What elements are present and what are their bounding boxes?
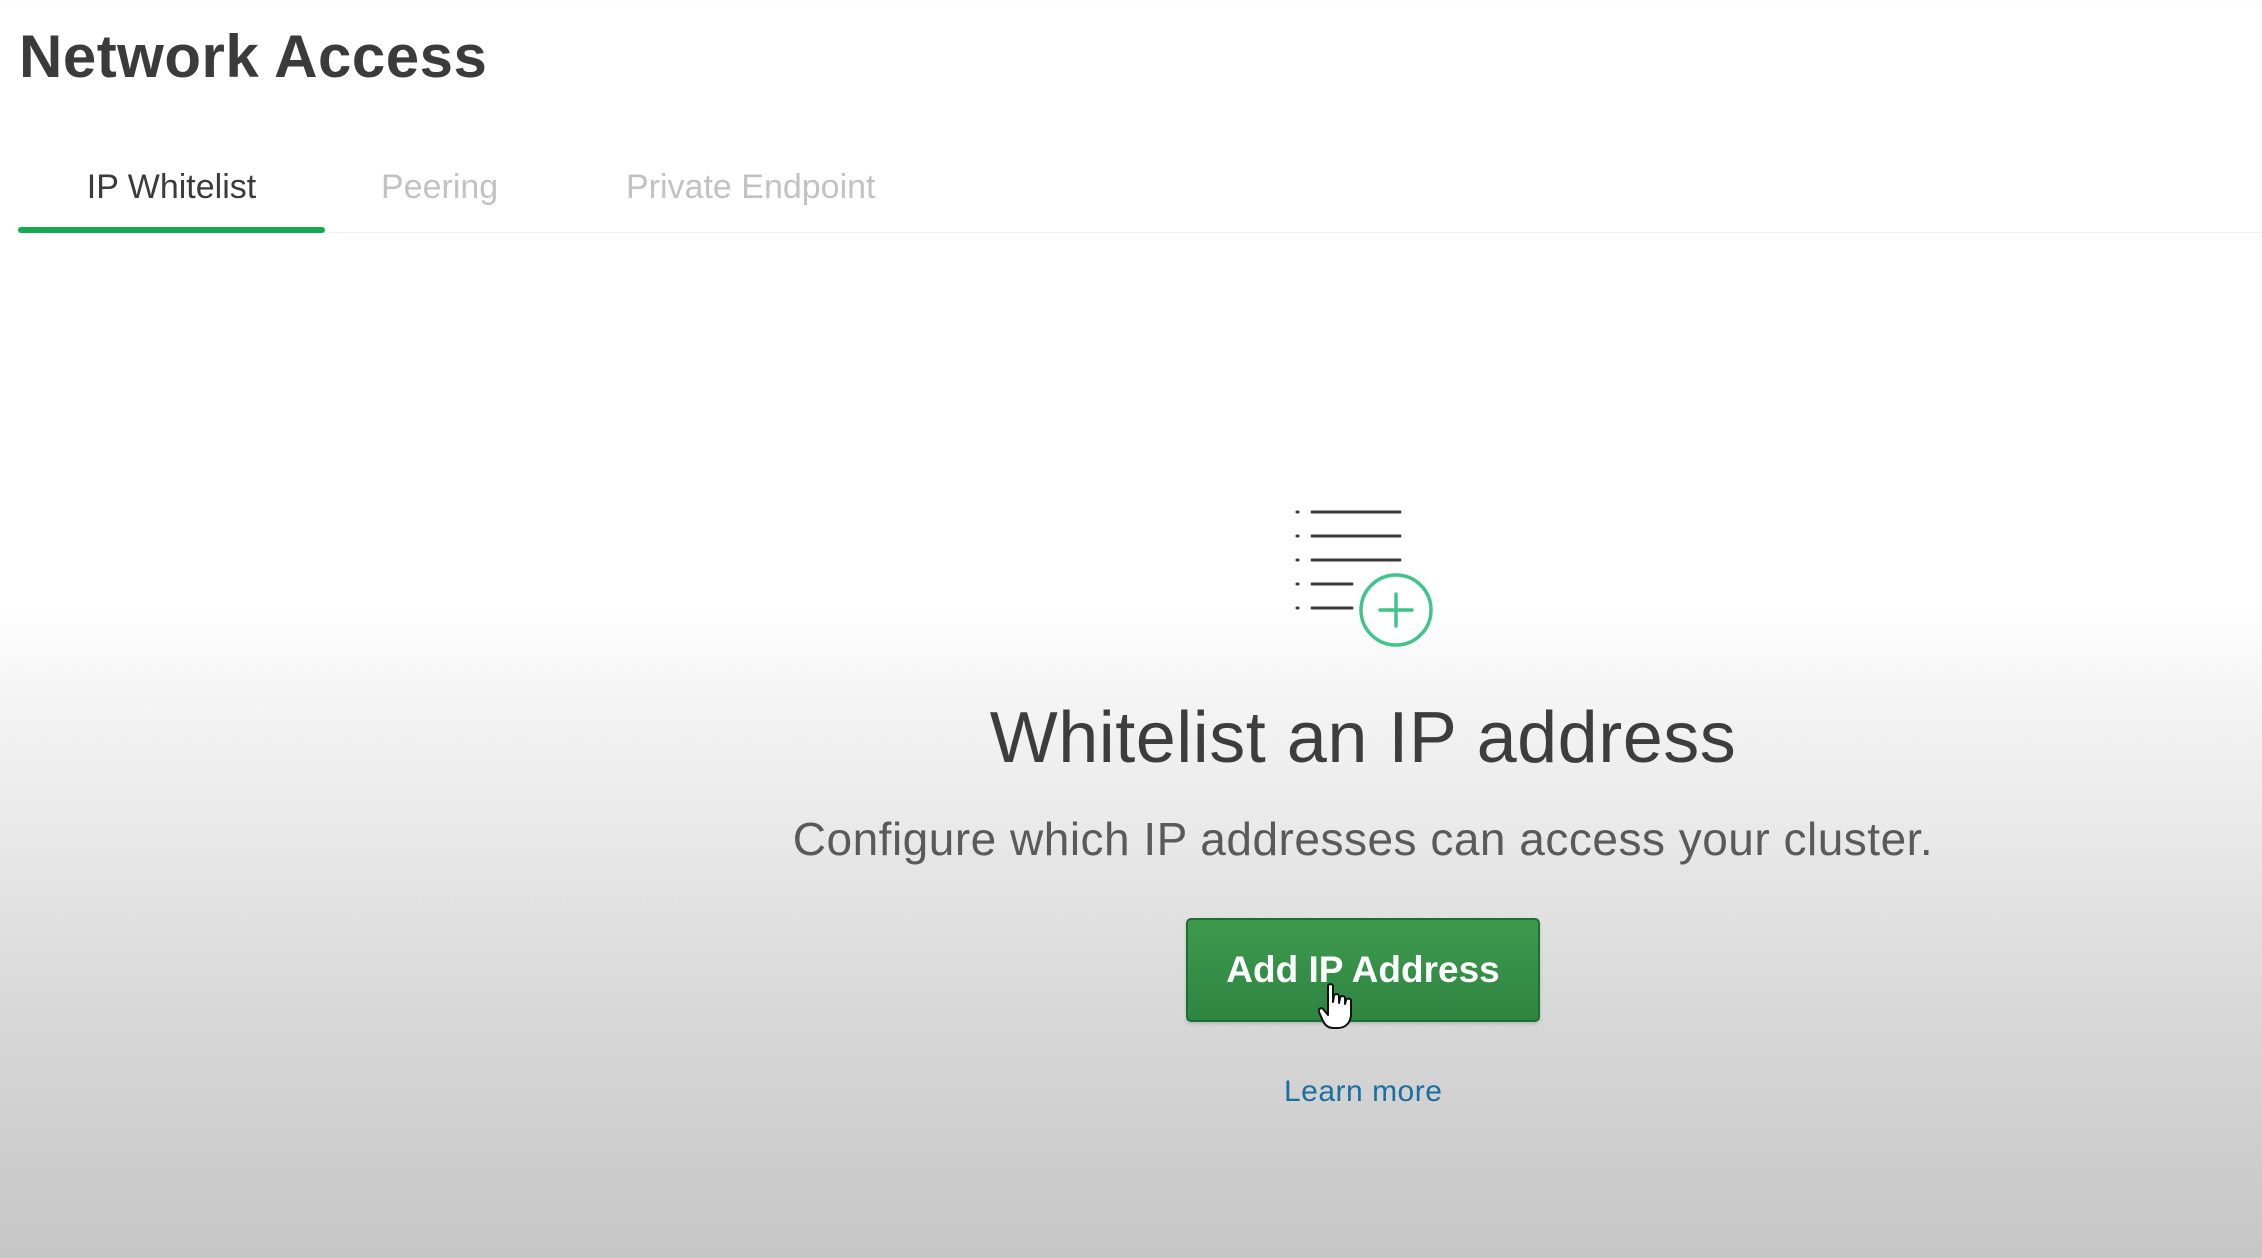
empty-state-title: Whitelist an IP address xyxy=(989,698,1737,778)
add-ip-address-button[interactable]: Add IP Address xyxy=(1186,918,1540,1022)
empty-state-subtitle: Configure which IP addresses can access … xyxy=(792,813,1934,865)
learn-more-link[interactable]: Learn more xyxy=(1284,1075,1442,1109)
list-add-icon xyxy=(1295,510,1433,647)
empty-state: Whitelist an IP address Configure which … xyxy=(0,0,2262,1258)
